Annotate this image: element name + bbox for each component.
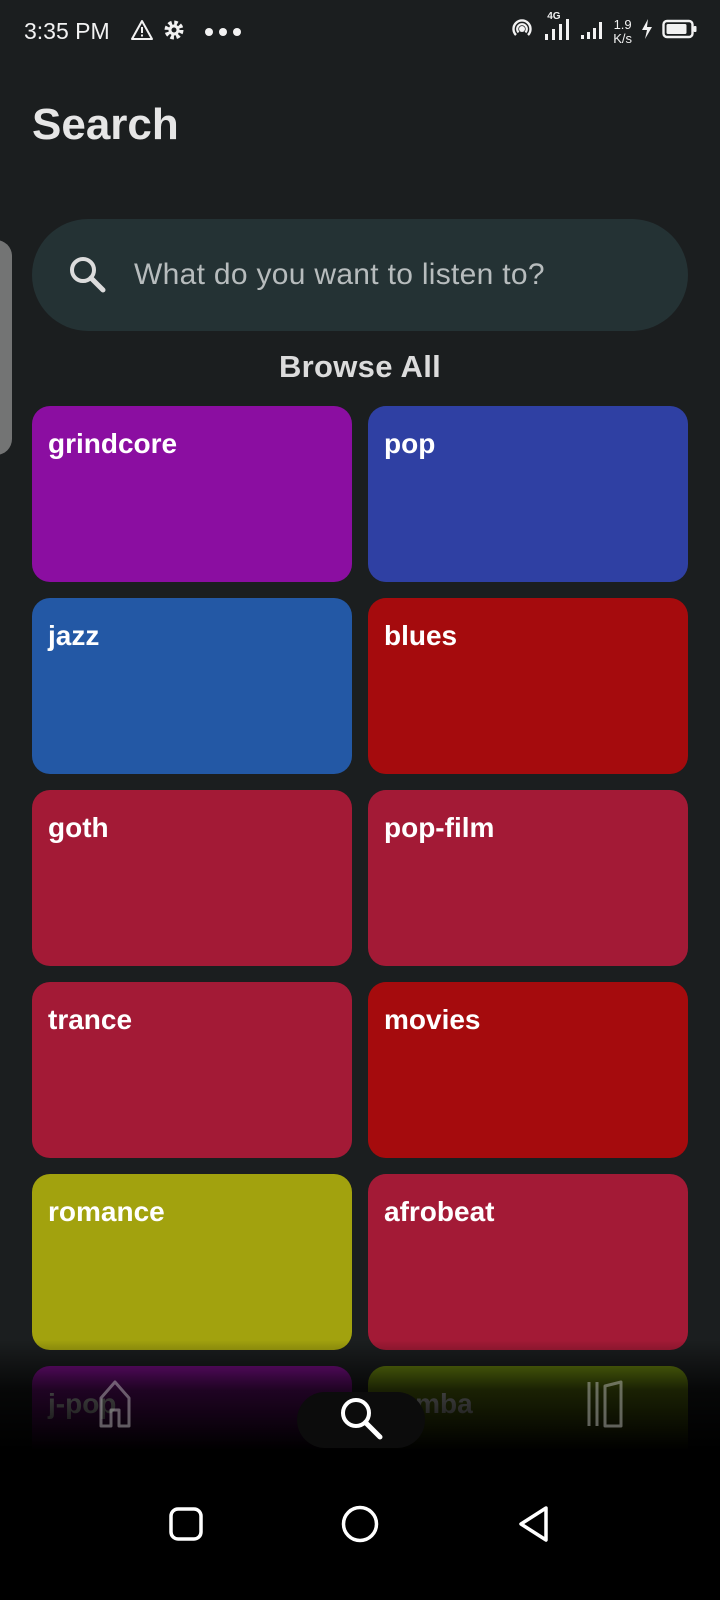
status-right-icons: 4G 1.9 K/s xyxy=(509,11,698,47)
back-button[interactable] xyxy=(510,1502,558,1550)
charging-icon xyxy=(640,18,654,45)
category-tile[interactable]: trance xyxy=(32,982,352,1158)
bottom-nav xyxy=(0,1360,720,1450)
home-circle-icon xyxy=(340,1504,380,1549)
category-tile[interactable]: romance xyxy=(32,1174,352,1350)
screen: 3:35 PM 4G 1.9 K/s Search What do you wa… xyxy=(0,0,720,1600)
search-placeholder: What do you want to listen to? xyxy=(134,258,545,291)
system-home-button[interactable] xyxy=(336,1502,384,1550)
network-type-label: 4G xyxy=(547,11,561,22)
net-speed-value: 1.9 xyxy=(613,16,632,32)
search-input[interactable]: What do you want to listen to? xyxy=(32,219,688,331)
more-dots-icon xyxy=(204,24,242,42)
category-tile[interactable]: pop xyxy=(368,406,688,582)
page-title: Search xyxy=(32,100,179,149)
status-time: 3:35 PM xyxy=(24,18,110,44)
search-icon xyxy=(336,1393,386,1448)
back-icon xyxy=(516,1504,552,1549)
battery-icon xyxy=(662,19,698,44)
category-tile[interactable]: grindcore xyxy=(32,406,352,582)
search-icon xyxy=(66,253,110,297)
status-bar: 3:35 PM 4G 1.9 K/s xyxy=(0,0,720,64)
net-speed: 1.9 K/s xyxy=(613,16,632,46)
edge-panel-handle[interactable] xyxy=(0,240,12,455)
recents-icon xyxy=(168,1506,204,1547)
signal-icon xyxy=(579,18,605,45)
category-tile[interactable]: movies xyxy=(368,982,688,1158)
gear-icon xyxy=(162,18,186,47)
category-tile[interactable]: pop-film xyxy=(368,790,688,966)
browse-all-title: Browse All xyxy=(278,349,442,384)
hotspot-icon xyxy=(509,16,535,47)
library-icon xyxy=(585,1378,625,1433)
category-tile[interactable]: blues xyxy=(368,598,688,774)
nav-home-button[interactable] xyxy=(90,1375,140,1435)
warning-icon xyxy=(130,19,154,46)
category-tile[interactable]: jazz xyxy=(32,598,352,774)
net-speed-unit: K/s xyxy=(613,30,632,46)
nav-search-button[interactable] xyxy=(297,1392,425,1448)
status-left-icons xyxy=(130,18,242,47)
category-tile[interactable]: goth xyxy=(32,790,352,966)
nav-library-button[interactable] xyxy=(580,1375,630,1435)
system-nav-bar xyxy=(0,1450,720,1600)
category-tile[interactable]: afrobeat xyxy=(368,1174,688,1350)
signal-4g-icon: 4G xyxy=(543,11,571,47)
recents-button[interactable] xyxy=(162,1502,210,1550)
home-icon xyxy=(98,1378,132,1433)
